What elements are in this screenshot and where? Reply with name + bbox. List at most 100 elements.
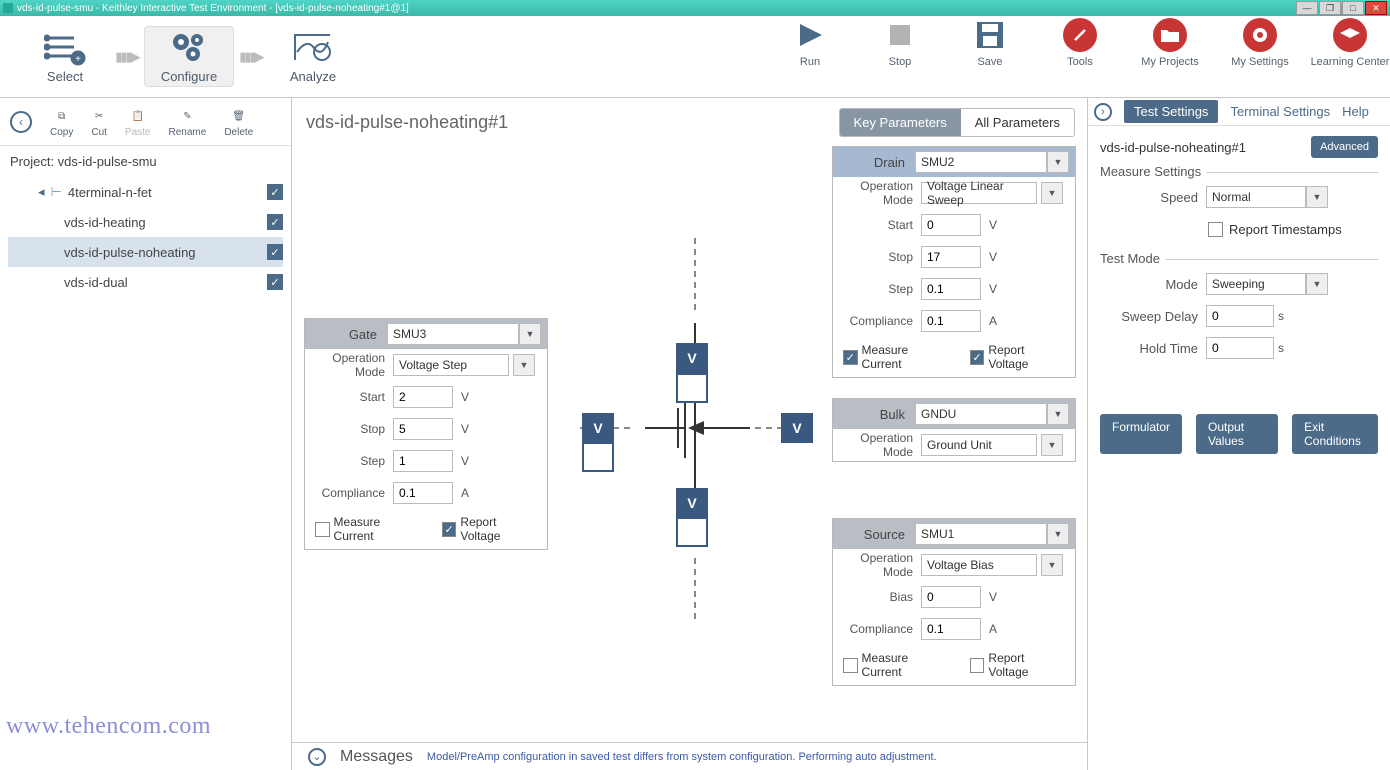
messages-bar: ⌄ Messages Model/PreAmp configuration in… [292, 742, 1087, 770]
forward-button[interactable]: › [1094, 103, 1112, 121]
advanced-button[interactable]: Advanced [1311, 136, 1378, 158]
source-compliance-input[interactable] [921, 618, 981, 640]
gate-start-input[interactable] [393, 386, 453, 408]
formulator-button[interactable]: Formulator [1100, 414, 1182, 454]
tree-check[interactable]: ✓ [267, 274, 283, 290]
report-timestamps-check[interactable] [1208, 222, 1223, 237]
stop-button[interactable]: Stop [870, 18, 930, 68]
tree-check[interactable]: ✓ [267, 214, 283, 230]
restore-button[interactable]: ❐ [1319, 1, 1341, 15]
dropdown-icon[interactable]: ▼ [1047, 151, 1069, 173]
rename-button[interactable]: ✎Rename [169, 105, 207, 138]
back-button[interactable]: ‹ [10, 111, 32, 133]
svg-text:+: + [75, 54, 81, 65]
source-smu-select[interactable]: SMU1 [915, 523, 1047, 545]
tools-button[interactable]: Tools [1050, 18, 1110, 68]
source-report-voltage-check[interactable] [970, 658, 985, 673]
title-bar: vds-id-pulse-smu - Keithley Interactive … [0, 0, 1390, 16]
arrow-icon: ▮▮▮▶ [110, 49, 144, 65]
tree-check[interactable]: ✓ [267, 184, 283, 200]
gate-measure-current-check[interactable] [315, 522, 330, 537]
drain-step-input[interactable] [921, 278, 981, 300]
copy-button[interactable]: ⧉Copy [50, 105, 73, 138]
source-opmode[interactable]: Voltage Bias [921, 554, 1037, 576]
my-settings-button[interactable]: My Settings [1230, 18, 1290, 68]
tree-check[interactable]: ✓ [267, 244, 283, 260]
close-button[interactable]: ✕ [1365, 1, 1387, 15]
learning-center-button[interactable]: Learning Center [1320, 18, 1380, 68]
settings-pane: › Test Settings Terminal Settings Help v… [1088, 98, 1390, 770]
dropdown-icon[interactable]: ▼ [1047, 523, 1069, 545]
my-projects-button[interactable]: My Projects [1140, 18, 1200, 68]
gate-stop-input[interactable] [393, 418, 453, 440]
gate-smu-select[interactable]: SMU3 [387, 323, 519, 345]
window-title: vds-id-pulse-smu - Keithley Interactive … [17, 3, 409, 14]
drain-measure-current-check[interactable]: ✓ [843, 350, 858, 365]
tree-test-2[interactable]: vds-id-dual ✓ [8, 267, 283, 297]
tree-device[interactable]: ◂ ⊢ 4terminal-n-fet ✓ [8, 177, 283, 207]
gear-icon [1243, 18, 1277, 52]
ribbon: + Select ▮▮▮▶ Configure ▮▮▮▶ Analyze Run… [0, 16, 1390, 98]
source-measure-current-check[interactable] [843, 658, 858, 673]
drain-stop-input[interactable] [921, 246, 981, 268]
sweep-delay-input[interactable] [1206, 305, 1274, 327]
drain-compliance-input[interactable] [921, 310, 981, 332]
drain-report-voltage-check[interactable]: ✓ [970, 350, 985, 365]
voltage-step-icon: V [582, 413, 614, 443]
gate-compliance-input[interactable] [393, 482, 453, 504]
folder-icon [1153, 18, 1187, 52]
drain-smu-select[interactable]: SMU2 [915, 151, 1047, 173]
maximize-button[interactable]: □ [1342, 1, 1364, 15]
speed-select[interactable]: Normal [1206, 186, 1306, 208]
dropdown-icon[interactable]: ▼ [1041, 434, 1063, 456]
bulk-panel: BulkGNDU▼ Operation ModeGround Unit▼ [832, 398, 1076, 462]
center-pane: vds-id-pulse-noheating#1 Key Parameters … [292, 98, 1088, 770]
copy-icon: ⧉ [58, 105, 65, 127]
select-step[interactable]: + Select [20, 29, 110, 84]
gate-step-input[interactable] [393, 450, 453, 472]
play-icon [793, 18, 827, 52]
delete-button[interactable]: 🗑Delete [224, 105, 253, 138]
cut-button[interactable]: ✂Cut [91, 105, 107, 138]
hold-time-input[interactable] [1206, 337, 1274, 359]
dropdown-icon[interactable]: ▼ [1306, 273, 1328, 295]
dropdown-icon[interactable]: ▼ [1047, 403, 1069, 425]
configure-icon [167, 29, 211, 67]
analyze-icon [291, 29, 335, 67]
run-button[interactable]: Run [780, 18, 840, 68]
output-values-button[interactable]: Output Values [1196, 414, 1278, 454]
watermark: www.tehencom.com [6, 713, 211, 740]
terminal-settings-tab[interactable]: Terminal Settings [1230, 104, 1330, 119]
mode-select[interactable]: Sweeping [1206, 273, 1306, 295]
configure-step[interactable]: Configure [144, 26, 234, 87]
minimize-button[interactable]: — [1296, 1, 1318, 15]
drain-opmode[interactable]: Voltage Linear Sweep [921, 182, 1037, 204]
dropdown-icon[interactable]: ▼ [513, 354, 535, 376]
gate-report-voltage-check[interactable]: ✓ [442, 522, 457, 537]
exit-conditions-button[interactable]: Exit Conditions [1292, 414, 1378, 454]
bulk-opmode[interactable]: Ground Unit [921, 434, 1037, 456]
voltage-icon: V [676, 488, 708, 518]
dropdown-icon[interactable]: ▼ [1041, 554, 1063, 576]
key-params-tab[interactable]: Key Parameters [840, 109, 961, 136]
bulk-smu-select[interactable]: GNDU [915, 403, 1047, 425]
save-button[interactable]: Save [960, 18, 1020, 68]
gate-opmode[interactable]: Voltage Step [393, 354, 509, 376]
test-settings-tab[interactable]: Test Settings [1124, 100, 1218, 123]
graduation-icon [1333, 18, 1367, 52]
drain-start-input[interactable] [921, 214, 981, 236]
tree-test-1[interactable]: vds-id-pulse-noheating ✓ [8, 237, 283, 267]
voltage-icon: V [781, 413, 813, 443]
cut-icon: ✂ [95, 105, 103, 127]
dropdown-icon[interactable]: ▼ [1041, 182, 1063, 204]
dropdown-icon[interactable]: ▼ [1306, 186, 1328, 208]
source-bias-input[interactable] [921, 586, 981, 608]
all-params-tab[interactable]: All Parameters [961, 109, 1074, 136]
help-tab[interactable]: Help [1342, 104, 1369, 119]
dropdown-icon[interactable]: ▼ [519, 323, 541, 345]
messages-label: Messages [340, 748, 413, 766]
analyze-step[interactable]: Analyze [268, 29, 358, 84]
project-tree-pane: ‹ ⧉Copy ✂Cut 📋Paste ✎Rename 🗑Delete Proj… [0, 98, 292, 770]
tree-test-0[interactable]: vds-id-heating ✓ [8, 207, 283, 237]
expand-messages-icon[interactable]: ⌄ [308, 748, 326, 766]
